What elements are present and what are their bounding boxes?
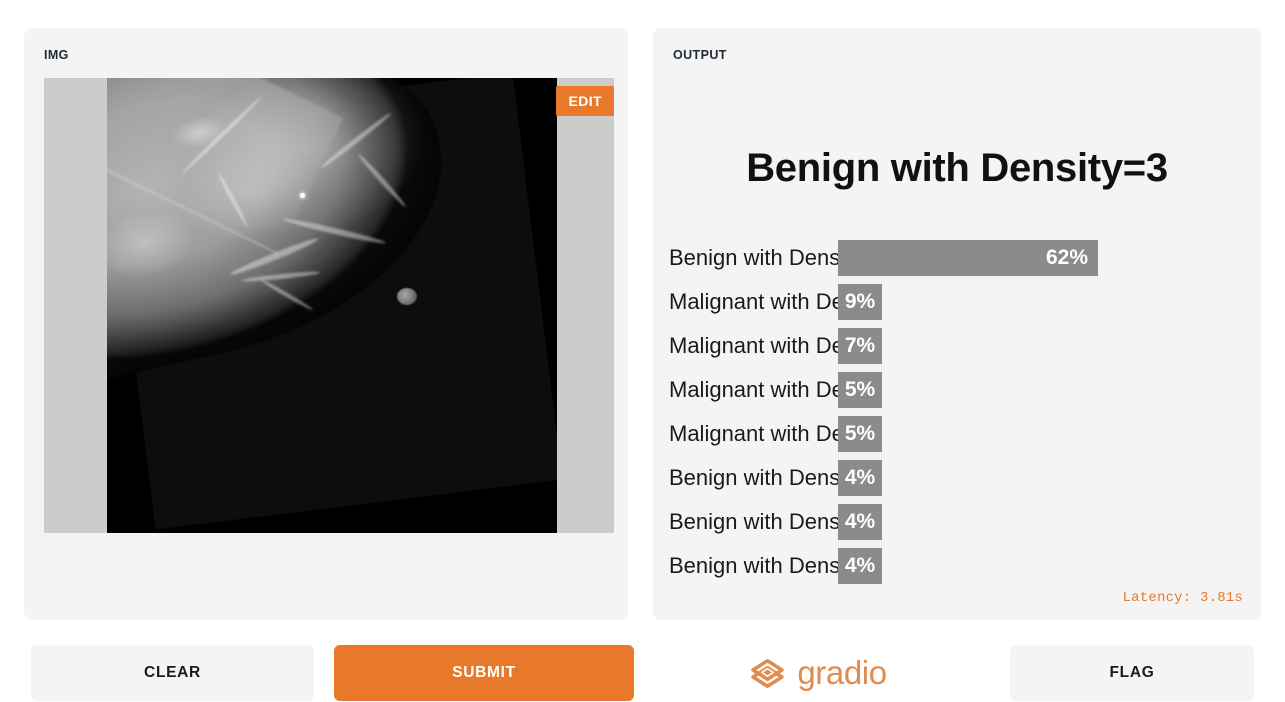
prediction-title: Benign with Density=3 [746, 146, 1168, 190]
input-panel: IMG EDIT [24, 28, 628, 620]
bar-label: Benign with Density=1 [669, 553, 838, 578]
bar-value: 4% [844, 466, 876, 489]
bar-value: 7% [844, 334, 876, 357]
image-preview[interactable]: EDIT [44, 78, 614, 533]
mammogram-image [107, 78, 557, 533]
bar-row: Benign with Density=4 4% [669, 500, 1245, 544]
bar-label: Benign with Density=3 [669, 245, 838, 270]
bar-label: Benign with Density=4 [669, 509, 838, 534]
bar-fill: 9% [838, 284, 882, 320]
submit-button[interactable]: SUBMIT [334, 645, 634, 701]
bar-label: Benign with Density=2 [669, 465, 838, 490]
bar-fill: 4% [838, 504, 882, 540]
bar-fill: 7% [838, 328, 882, 364]
gradio-branding[interactable]: gradio [653, 645, 983, 702]
bar-fill: 5% [838, 372, 882, 408]
calcification-dot [300, 193, 305, 198]
bar-label: Malignant with Density=1 [669, 421, 838, 446]
bar-fill: 4% [838, 460, 882, 496]
bar-row: Malignant with Density=4 5% [669, 368, 1245, 412]
confidence-bar-chart: Benign with Density=3 62% Malignant with D… [669, 236, 1245, 588]
output-panel-label: OUTPUT [673, 48, 727, 62]
bar-fill: 5% [838, 416, 882, 452]
bar-row: Malignant with Density=2 7% [669, 324, 1245, 368]
clear-button[interactable]: CLEAR [31, 645, 314, 701]
bar-label: Malignant with Density=3 [669, 289, 838, 314]
bar-value: 62% [1045, 246, 1088, 269]
bar-label: Malignant with Density=4 [669, 377, 838, 402]
gradio-wordmark: gradio [797, 653, 887, 691]
latency-indicator: Latency: 3.81s [1122, 590, 1243, 606]
nipple-marker [397, 288, 417, 305]
bar-row: Benign with Density=1 4% [669, 544, 1245, 588]
bar-row: Benign with Density=3 62% [669, 236, 1245, 280]
bar-fill: 4% [838, 548, 882, 584]
bar-row: Malignant with Density=1 5% [669, 412, 1245, 456]
bar-value: 9% [844, 290, 876, 313]
bar-value: 4% [844, 554, 876, 577]
bar-fill: 62% [838, 240, 1098, 276]
input-panel-label: IMG [44, 48, 69, 62]
edit-button[interactable]: EDIT [555, 86, 614, 116]
bar-value: 5% [844, 378, 876, 401]
flag-button[interactable]: FLAG [1010, 645, 1254, 701]
bar-value: 4% [844, 510, 876, 533]
bar-row: Malignant with Density=3 9% [669, 280, 1245, 324]
bar-value: 5% [844, 422, 876, 445]
bar-row: Benign with Density=2 4% [669, 456, 1245, 500]
gradio-logo-icon [749, 655, 786, 692]
output-panel: OUTPUT Benign with Density=3 Benign with… [653, 28, 1261, 620]
bar-label: Malignant with Density=2 [669, 333, 838, 358]
gradio-app: IMG EDIT OUTPUT Benign with Density=3 Be… [0, 0, 1285, 702]
